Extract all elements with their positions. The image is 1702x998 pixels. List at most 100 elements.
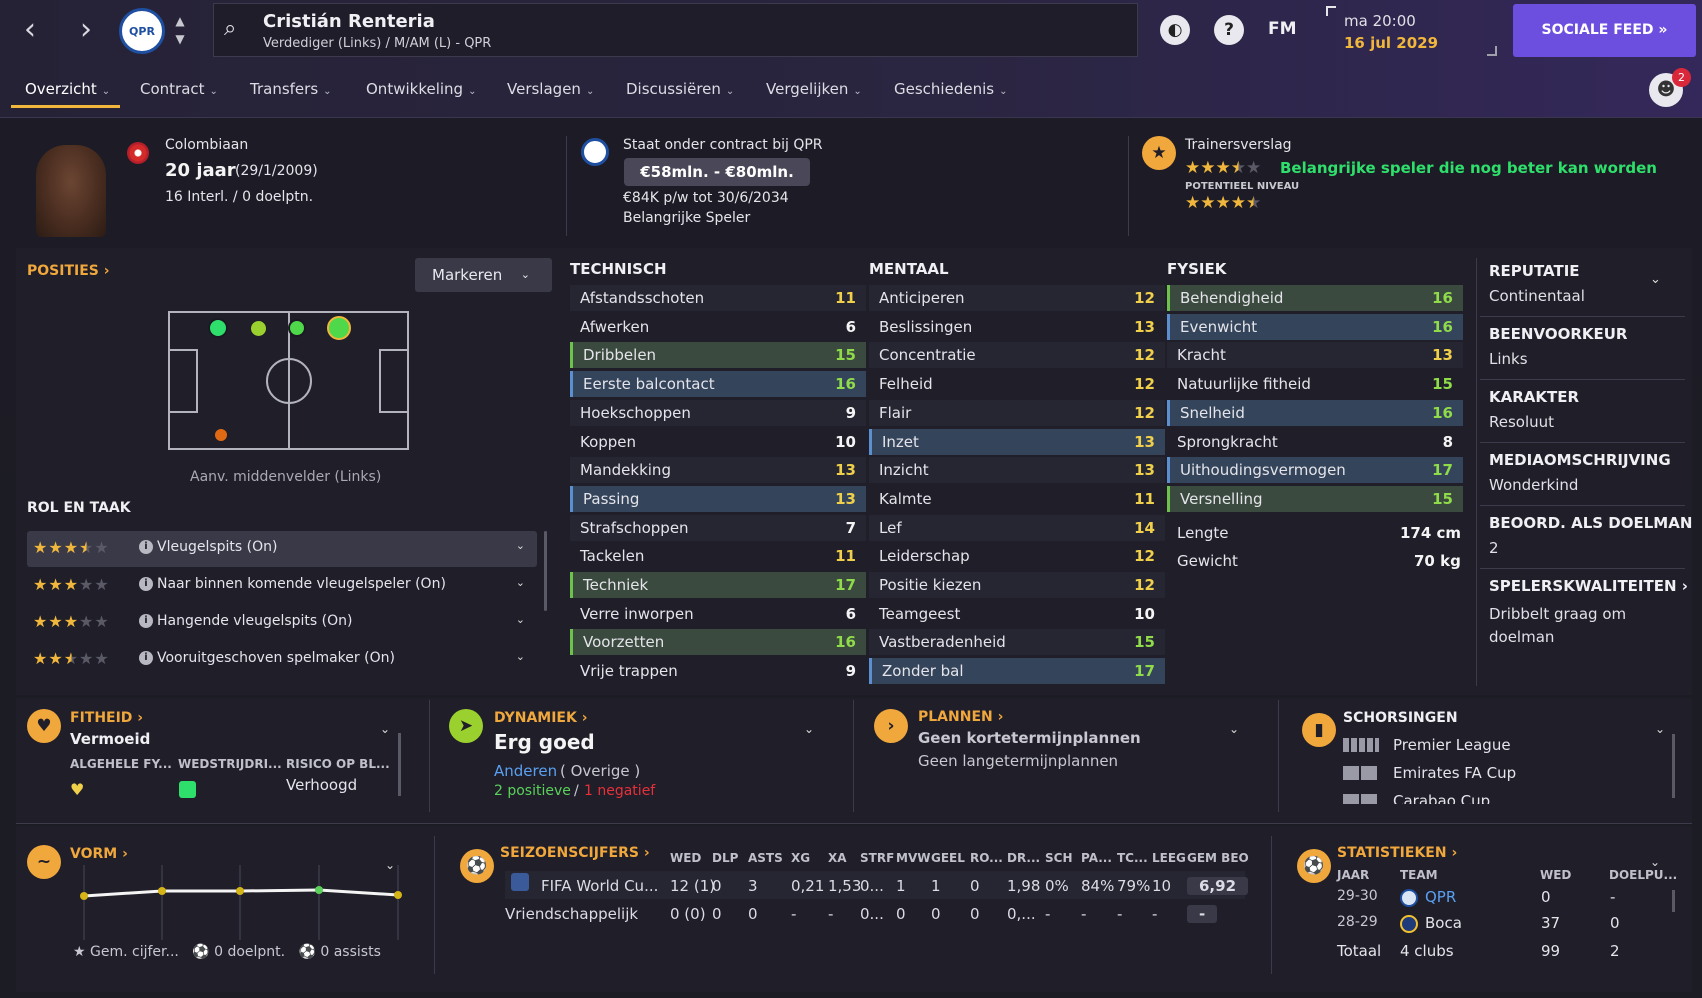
forward-arrow-icon[interactable]: ›	[70, 14, 102, 46]
chevron-down-icon[interactable]: ▼	[172, 32, 188, 46]
club-crest[interactable]: QPR	[119, 8, 165, 54]
info-icon[interactable]: i	[139, 540, 153, 554]
form-link[interactable]: VORM ›	[70, 846, 128, 862]
help-icon[interactable]: ?	[1214, 15, 1244, 45]
attr-row-mental[interactable]: Leiderschap 12	[869, 543, 1165, 569]
chevron-down-icon[interactable]: ⌄	[516, 576, 525, 589]
plans-link[interactable]: PLANNEN ›	[918, 709, 1003, 725]
chevron-down-icon[interactable]: ⌄	[516, 539, 525, 552]
tab-0[interactable]: Overzicht ⌄	[25, 80, 110, 98]
season-stats-link[interactable]: SEIZOENSCIJFERS ›	[500, 845, 650, 861]
attr-row-physical[interactable]: Uithoudingsvermogen 17	[1167, 457, 1463, 484]
attr-row-mental[interactable]: Felheid 12	[869, 371, 1165, 397]
attr-row-mental[interactable]: Concentratie 12	[869, 342, 1165, 369]
scrollbar[interactable]	[544, 531, 547, 611]
career-team[interactable]: QPR	[1425, 888, 1456, 906]
attr-row-technical[interactable]: Verre inworpen 6	[570, 601, 866, 627]
season-comp-name[interactable]: Vriendschappelijk	[505, 905, 638, 923]
attr-row-technical[interactable]: Tackelen 11	[570, 543, 866, 569]
attr-row-mental[interactable]: Zonder bal 17	[869, 658, 1165, 685]
scrollbar[interactable]	[1672, 734, 1675, 798]
attr-row-physical[interactable]: Versnelling 15	[1167, 485, 1463, 512]
position-dot-accomplished[interactable]	[251, 321, 266, 336]
attr-row-technical[interactable]: Passing 13	[570, 485, 866, 512]
search-icon[interactable]: ⌕	[224, 16, 252, 44]
form-point[interactable]	[394, 891, 402, 899]
attr-row-mental[interactable]: Flair 12	[869, 399, 1165, 426]
fitness-link[interactable]: FITHEID ›	[70, 710, 143, 726]
back-arrow-icon[interactable]: ‹	[14, 14, 46, 46]
tab-7[interactable]: Geschiedenis ⌄	[894, 80, 1007, 98]
attr-row-technical[interactable]: Strafschoppen 7	[570, 514, 866, 541]
total-clubs[interactable]: 4 clubs	[1400, 942, 1454, 960]
attr-row-technical[interactable]: Voorzetten 16	[570, 629, 866, 656]
attr-row-physical[interactable]: Behendigheid 16	[1167, 285, 1463, 311]
role-row[interactable]: ★★★★★ i Vleugelspits (On) ⌄	[27, 531, 537, 567]
attr-row-physical[interactable]: Snelheid 16	[1167, 399, 1463, 426]
position-dot-natural[interactable]	[288, 319, 306, 337]
tab-4[interactable]: Verslagen ⌄	[507, 80, 594, 98]
attr-row-mental[interactable]: Inzicht 13	[869, 457, 1165, 484]
attr-row-mental[interactable]: Teamgeest 10	[869, 601, 1165, 627]
attr-row-technical[interactable]: Mandekking 13	[570, 457, 866, 484]
info-icon[interactable]: i	[139, 614, 153, 628]
attr-row-technical[interactable]: Afstandsschoten 11	[570, 285, 866, 311]
negative-relations[interactable]: 1 negatief	[584, 783, 655, 799]
player-traits-link[interactable]: SPELERSKWALITEITEN ›	[1489, 577, 1688, 595]
info-icon[interactable]: i	[139, 577, 153, 591]
tab-3[interactable]: Ontwikkeling ⌄	[366, 80, 476, 98]
attr-row-mental[interactable]: Kalmte 11	[869, 486, 1165, 512]
attr-row-technical[interactable]: Dribbelen 15	[570, 342, 866, 369]
globe-icon[interactable]: ◐	[1160, 15, 1190, 45]
attr-row-mental[interactable]: Lef 14	[869, 514, 1165, 541]
form-point[interactable]	[236, 887, 244, 895]
transfer-value[interactable]: €58mln. - €80mln.	[624, 158, 810, 186]
chevron-down-icon[interactable]: ⌄	[1229, 722, 1239, 736]
attr-row-technical[interactable]: Koppen 10	[570, 429, 866, 455]
scrollbar[interactable]	[1672, 890, 1675, 912]
attr-row-physical[interactable]: Kracht 13	[1167, 342, 1463, 369]
attr-row-mental[interactable]: Positie kiezen 12	[869, 572, 1165, 598]
dynamics-link[interactable]: DYNAMIEK ›	[494, 710, 588, 726]
chevron-down-icon[interactable]: ⌄	[1650, 272, 1661, 287]
tab-5[interactable]: Discussiëren ⌄	[626, 80, 734, 98]
form-point[interactable]	[80, 892, 88, 900]
position-dot-selected[interactable]	[327, 316, 351, 340]
role-row[interactable]: ★★★★★ i Hangende vleugelspits (On) ⌄	[27, 605, 537, 641]
social-feed-button[interactable]: SOCIALE FEED »	[1513, 4, 1696, 57]
positive-relations[interactable]: 2 positieve	[494, 783, 571, 799]
game-time[interactable]: ma 20:00	[1344, 12, 1416, 30]
attr-row-technical[interactable]: Vrije trappen 9	[570, 658, 866, 684]
mark-dropdown[interactable]: Markeren ⌄	[415, 258, 552, 292]
attr-row-technical[interactable]: Eerste balcontact 16	[570, 371, 866, 398]
position-dot-unconvincing[interactable]	[215, 429, 227, 441]
attr-row-technical[interactable]: Techniek 17	[570, 572, 866, 598]
career-team[interactable]: Boca	[1425, 914, 1462, 932]
form-point[interactable]	[315, 886, 323, 894]
role-row[interactable]: ★★★★★ i Vooruitgeschoven spelmaker (On) ⌄	[27, 642, 537, 678]
chevron-down-icon[interactable]: ⌄	[1650, 855, 1660, 869]
position-dot-natural[interactable]	[208, 318, 228, 338]
attr-row-mental[interactable]: Beslissingen 13	[869, 314, 1165, 340]
attr-row-technical[interactable]: Afwerken 6	[570, 314, 866, 340]
info-icon[interactable]: i	[139, 651, 153, 665]
attr-row-mental[interactable]: Anticiperen 12	[869, 285, 1165, 311]
chevron-down-icon[interactable]: ⌄	[516, 613, 525, 626]
attr-row-physical[interactable]: Sprongkracht 8	[1167, 429, 1463, 455]
attr-row-technical[interactable]: Hoekschoppen 9	[570, 399, 866, 426]
chevron-down-icon[interactable]: ⌄	[380, 722, 390, 736]
scrollbar[interactable]	[398, 733, 401, 796]
chevron-down-icon[interactable]: ⌄	[804, 722, 814, 736]
attr-row-mental[interactable]: Inzet 13	[869, 428, 1165, 455]
role-row[interactable]: ★★★★★ i Naar binnen komende vleugelspeler …	[27, 568, 537, 604]
chevron-down-icon[interactable]: ⌄	[1655, 722, 1665, 736]
game-date[interactable]: 16 jul 2029	[1344, 34, 1438, 52]
chevron-down-icon[interactable]: ⌄	[516, 650, 525, 663]
form-point[interactable]	[158, 887, 166, 895]
positions-link[interactable]: POSITIES ›	[27, 263, 110, 279]
player-search-bar[interactable]: ⌕ Cristián Renteria Verdediger (Links) /…	[213, 3, 1138, 57]
statistics-link[interactable]: STATISTIEKEN ›	[1337, 845, 1457, 861]
attr-row-physical[interactable]: Evenwicht 16	[1167, 313, 1463, 340]
season-comp-name[interactable]: FIFA World Cu...	[541, 877, 658, 895]
attr-row-mental[interactable]: Vastberadenheid 15	[869, 629, 1165, 656]
